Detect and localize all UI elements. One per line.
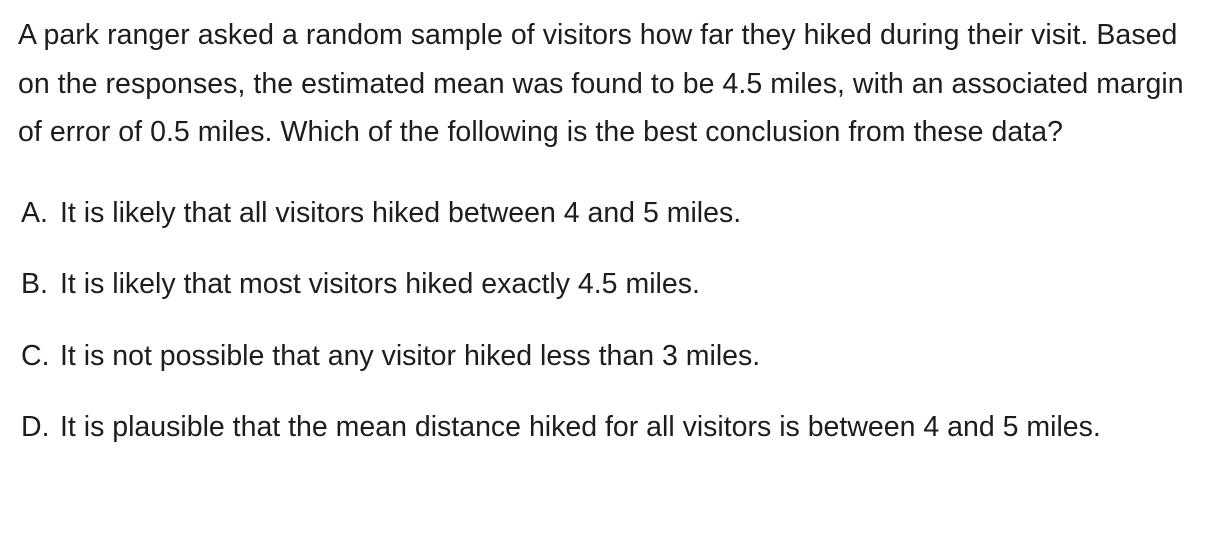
option-text: It is plausible that the mean distance h… [60,411,1101,443]
option-letter: D. [21,411,50,443]
question-page: A park ranger asked a random sample of v… [0,0,1218,554]
answer-option-a[interactable]: A. It is likely that all visitors hiked … [18,189,1204,238]
answer-option-b[interactable]: B. It is likely that most visitors hiked… [18,260,1204,309]
option-text: It is not possible that any visitor hike… [60,339,761,372]
option-letter: B. [21,268,48,300]
option-letter: C. [21,339,50,372]
question-text: A park ranger asked a random sample of v… [18,19,1184,148]
answer-options: A. It is likely that all visitors hiked … [18,189,1204,452]
answer-option-c[interactable]: C. It is not possible that any visitor h… [18,332,1204,381]
option-letter: A. [21,196,48,229]
answer-option-d[interactable]: D. It is plausible that the mean distanc… [18,403,1204,452]
option-text: It is likely that all visitors hiked bet… [60,196,742,229]
option-text: It is likely that most visitors hiked ex… [60,268,700,300]
